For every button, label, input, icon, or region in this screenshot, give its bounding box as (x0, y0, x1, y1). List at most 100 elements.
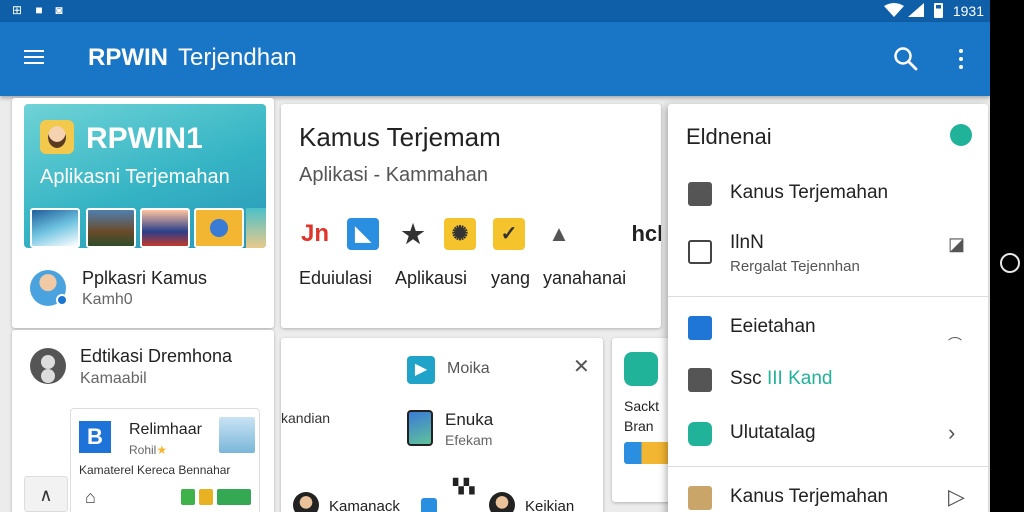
list-item-title[interactable]: Pplkasri Kamus (82, 268, 207, 289)
hcb-logo-icon[interactable]: hcb (631, 218, 661, 250)
peek-line-2: Bran (624, 418, 654, 434)
list-item-subtitle: Kamh0 (82, 291, 133, 308)
menu-item-label: IlnN (730, 232, 764, 253)
item-subtitle: Efekam (445, 432, 493, 448)
card-subtitle: Aplikasi - Kammahan (299, 164, 488, 186)
hero-banner[interactable]: RPWIN1 Aplikasni Terjemahan (24, 104, 266, 248)
search-icon[interactable] (893, 46, 919, 72)
overflow-menu-icon[interactable] (950, 48, 972, 72)
nested-card-subtitle-text: Rohil (129, 443, 157, 457)
nested-app-card[interactable]: B Relimhaar Rohil★ Kamaterel Kereca Benn… (70, 408, 260, 512)
menu-item[interactable]: Kanus Terjemahan ▷ (668, 484, 988, 512)
menu-item-label-text: Ssc (730, 368, 762, 389)
peek-line-1: Sackt (624, 398, 660, 414)
featured-app-card[interactable]: RPWIN1 Aplikasni Terjemahan Pplkasri Kam… (12, 98, 274, 328)
icon-label: Eduiulasi (299, 268, 373, 288)
dictionary-card[interactable]: Kamus Terjemam Aplikasi - Kammahan Jn ◣ … (281, 104, 661, 328)
menu-item-label: Kanus Terjemahan (730, 182, 889, 203)
search-icon[interactable] (950, 124, 972, 146)
nested-card-caption: Kamaterel Kereca Bennahar (79, 463, 231, 477)
app-title: RPWIN Terjendhan (88, 44, 297, 72)
menu-item-sublabel: Rergalat Tejennhan (730, 258, 860, 275)
verified-badge-icon (56, 294, 68, 306)
avatar (293, 492, 319, 512)
menu-item[interactable]: Ssc III Kand (668, 366, 988, 406)
card-title: Kamus Terjemam (299, 122, 501, 152)
chat-icon (624, 352, 658, 386)
menu-divider (668, 296, 988, 297)
content-card[interactable]: ▶ Moika ✕ kandian Enuka Efekam ▚▚ Kamana… (281, 338, 603, 512)
play-arrow-icon[interactable]: ▷ (948, 484, 965, 510)
wifi-icon (884, 3, 904, 17)
jn-logo-icon[interactable]: Jn (299, 218, 331, 250)
menu-item[interactable]: IlnN Rergalat Tejennhan ◪ (668, 230, 988, 290)
icon-label: Aplikausi (395, 268, 468, 288)
item-title: Enuka (445, 410, 494, 429)
home-button-icon[interactable] (1000, 253, 1020, 273)
app-l-icon (688, 316, 712, 340)
camera-icon: ◙ (55, 3, 63, 17)
list-item-title[interactable]: Edtikasi Dremhona (80, 346, 232, 367)
phone-app-icon[interactable] (407, 410, 433, 446)
nested-card-title: Relimhaar (129, 421, 202, 438)
avatar (489, 492, 515, 512)
home-icon[interactable]: ⌂ (85, 487, 96, 508)
user-name[interactable]: Keikian (525, 498, 574, 512)
thumbnail-person[interactable] (140, 208, 190, 248)
check-icon[interactable]: ✓ (493, 218, 525, 250)
menu-item[interactable]: Kanus Terjemahan (668, 178, 988, 218)
side-text: kandian (281, 410, 331, 426)
mail-icon[interactable]: ◪ (948, 234, 965, 255)
translate-doc-icon[interactable]: ◣ (347, 218, 379, 250)
gear-icon[interactable]: ✺ (444, 218, 476, 250)
icon-label: yanahanai (543, 268, 627, 288)
nested-card-subtitle: Rohil★ (129, 443, 167, 457)
battery-icon (934, 3, 943, 18)
hamburger-menu-icon[interactable] (24, 50, 44, 66)
hero-avatar (40, 120, 74, 154)
menu-item[interactable]: Eeietahan ⌒ (668, 314, 988, 354)
signal-icon (908, 3, 924, 17)
card-label: Moika (447, 360, 490, 377)
menu-divider (668, 466, 988, 467)
nav-up-button[interactable]: ∧ (24, 476, 68, 512)
side-menu: Eldnenai Kanus Terjemahan IlnN Rergalat … (668, 104, 988, 512)
user-name[interactable]: Kamanack (329, 498, 400, 512)
nested-card-image (219, 417, 255, 453)
star-icon: ★ (156, 443, 168, 457)
bag-icon (688, 368, 712, 392)
peek-text: Sackt Bran (624, 396, 659, 436)
mail-icon: ■ (35, 3, 43, 17)
menu-item-label: Eeietahan (730, 316, 816, 337)
menu-item-label: Ssc III Kand (730, 368, 832, 390)
icon-label: yang (491, 268, 531, 288)
peek-banner (624, 442, 674, 464)
menu-item-label: Ulutatalag (730, 422, 816, 443)
close-icon[interactable]: ✕ (573, 354, 590, 379)
app-bar: RPWIN Terjendhan (0, 22, 990, 96)
more-icon[interactable]: ⌒ (948, 334, 962, 354)
green-app-icon[interactable] (181, 489, 195, 505)
thumbnail-badge[interactable] (194, 208, 244, 248)
chevron-right-icon[interactable]: › (948, 420, 955, 446)
user-avatar-icon (30, 348, 66, 384)
grid-icon[interactable]: ▚▚ (453, 478, 475, 495)
green-badge-icon[interactable] (217, 489, 251, 505)
document-icon (688, 240, 712, 264)
status-bar: ⊞ ■ ◙ 1931 (0, 0, 990, 22)
thumbnail-wave[interactable] (30, 208, 80, 248)
hero-title: RPWIN1 (86, 122, 203, 155)
clock: 1931 (952, 3, 984, 19)
play-icon[interactable]: ▶ (407, 356, 435, 384)
menu-title: Eldnenai (686, 124, 772, 149)
list-item-subtitle: Kamaabil (80, 370, 147, 387)
thumbnail-dog[interactable] (86, 208, 136, 248)
bag-icon[interactable]: ▲ (543, 218, 575, 250)
app-title-bold: RPWIN (88, 44, 168, 71)
folder-icon (688, 486, 712, 510)
yellow-app-icon[interactable] (199, 489, 213, 505)
notification-icon: ⊞ (11, 3, 23, 17)
menu-item[interactable]: Ulutatalag › (668, 420, 988, 460)
star-icon[interactable]: ★ (397, 218, 429, 250)
hero-beach-strip (246, 208, 266, 248)
